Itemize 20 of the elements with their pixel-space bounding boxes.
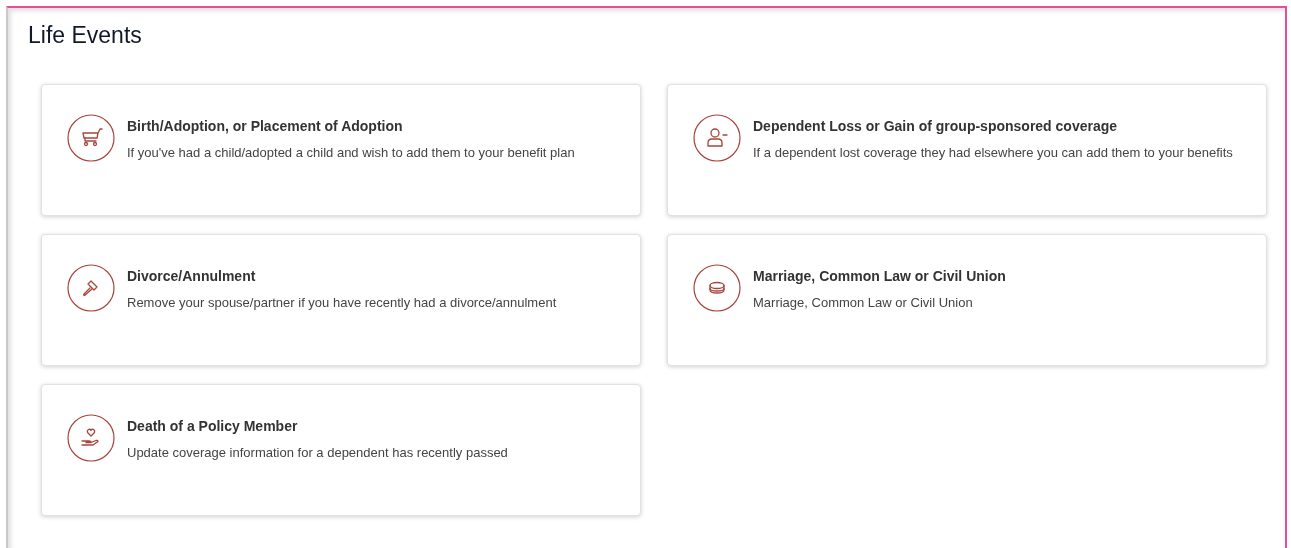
life-event-card[interactable]: Birth/Adoption, or Placement of Adoption If you've had a child/adopted a child and wish to add them to your benefit plan	[41, 84, 641, 216]
ring-icon	[693, 264, 741, 312]
person-minus-icon	[693, 114, 741, 162]
event-description: If a dependent lost coverage they had elsewhere you can add them to your benefits	[753, 144, 1233, 162]
event-description: Marriage, Common Law or Civil Union	[753, 294, 974, 312]
page-title: Life Events	[28, 22, 143, 49]
event-title: Birth/Adoption, or Placement of Adoption	[127, 118, 404, 134]
event-description: Remove your spouse/partner if you have recently had a divorce/annulment	[127, 294, 557, 312]
event-title: Dependent Loss or Gain of group-sponsored coverage	[753, 118, 1119, 134]
event-title: Divorce/Annulment	[127, 268, 257, 284]
life-event-card[interactable]: Death of a Policy Member Update coverage information for a dependent has recently passed	[41, 384, 641, 516]
event-title: Death of a Policy Member	[127, 418, 299, 434]
event-description: Update coverage information for a dependent has recently passed	[127, 444, 508, 462]
event-title: Marriage, Common Law or Civil Union	[753, 268, 1006, 284]
heart-in-hand-icon	[67, 414, 115, 462]
gavel-icon	[67, 264, 115, 312]
event-description: If you've had a child/adopted a child and wish to add them to your benefit plan	[127, 144, 575, 162]
life-event-card[interactable]: Dependent Loss or Gain of group-sponsored coverage If a dependent lost coverage they had elsewhere you can add them to your benefits	[667, 84, 1267, 216]
life-event-card[interactable]: Divorce/Annulment Remove your spouse/partner if you have recently had a divorce/annulment	[41, 234, 641, 366]
life-event-card[interactable]: Marriage, Common Law or Civil Union Marriage, Common Law or Civil Union	[667, 234, 1267, 366]
